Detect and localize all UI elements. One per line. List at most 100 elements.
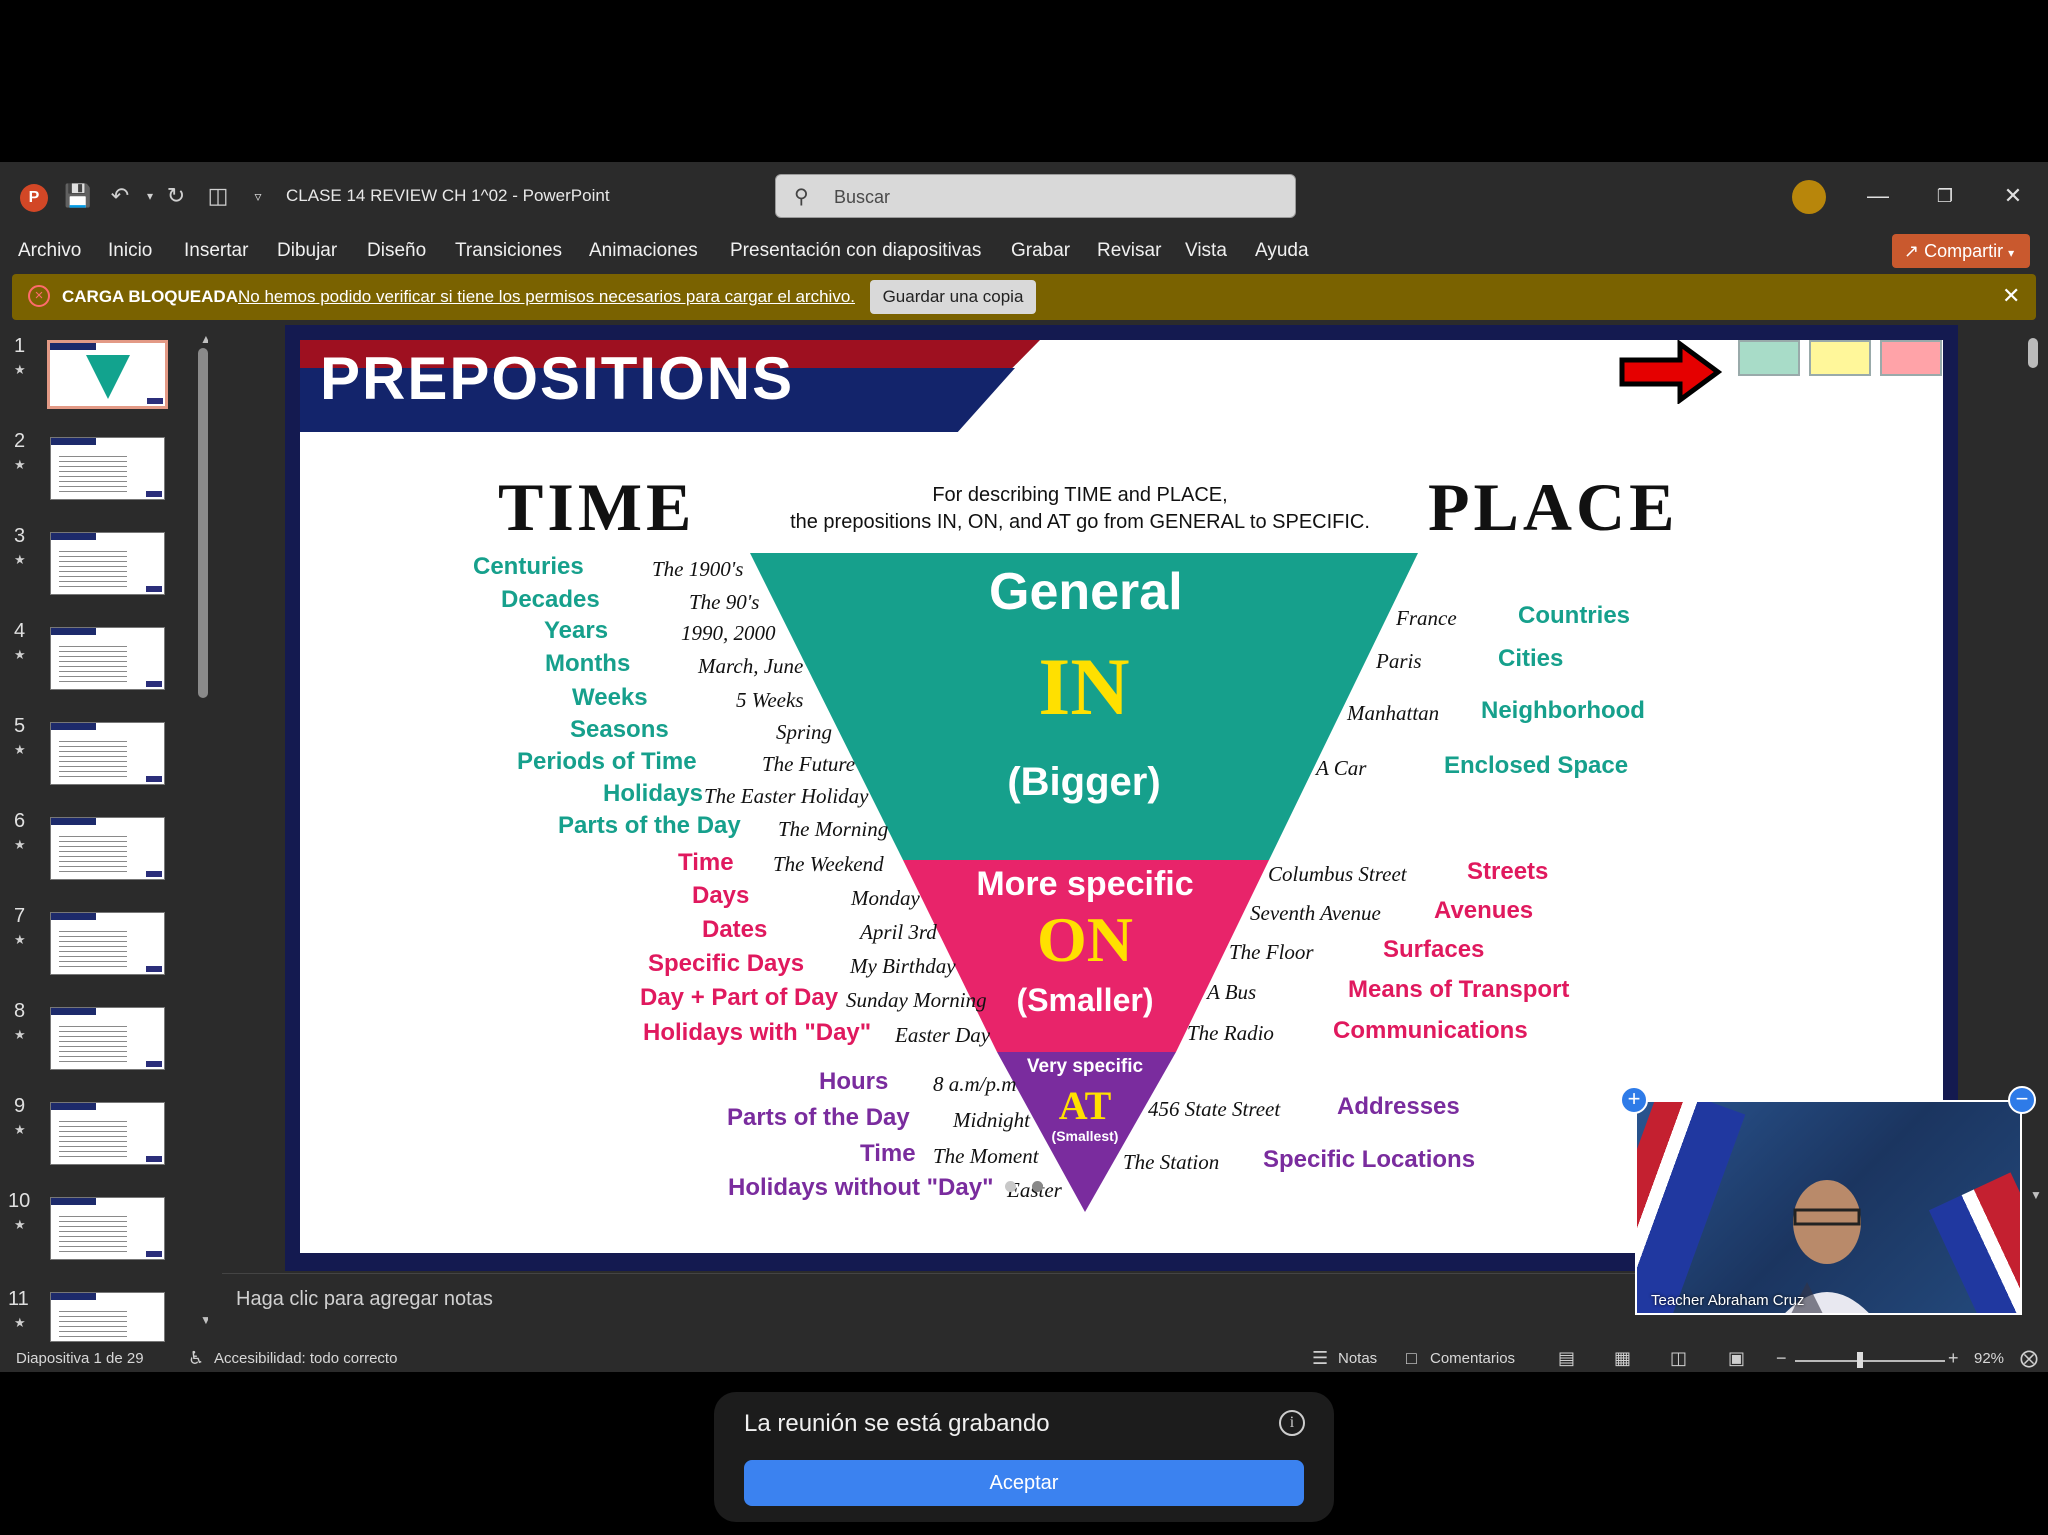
notes-icon[interactable]: ☰ [1312,1348,1328,1369]
place-on-example: Columbus Street [1268,862,1407,886]
place-in-example: France [1396,606,1457,630]
slideshow-icon[interactable]: ▣ [1728,1348,1745,1369]
save-icon[interactable]: 💾 [64,182,92,210]
search-box[interactable]: ⚲ [775,174,1296,218]
recording-notification: La reunión se está grabando i Aceptar [714,1392,1334,1522]
undo-dropdown-icon[interactable]: ▾ [136,182,164,210]
search-icon: ⚲ [794,186,809,208]
zoom-out-icon[interactable]: − [1776,1348,1787,1369]
place-in-example: A Car [1316,756,1367,780]
menu-transiciones[interactable]: Transiciones [455,240,562,262]
minimize-video-icon[interactable]: − [2008,1086,2036,1114]
restore-icon[interactable]: ❐ [1925,176,1965,216]
accept-button[interactable]: Aceptar [744,1460,1304,1506]
place-in-example: Paris [1376,649,1422,673]
place-at-example: The Station [1123,1150,1220,1174]
page-indicator-dot[interactable] [1032,1181,1043,1192]
fit-to-window-icon[interactable]: ⨂ [2020,1348,2038,1369]
slide-thumbnail[interactable] [50,532,165,595]
time-in-example: Spring [776,720,833,744]
place-on-example: The Radio [1187,1021,1274,1045]
reading-view-icon[interactable]: ◫ [1670,1348,1687,1369]
redo-icon[interactable]: ↻ [162,182,190,210]
undo-icon[interactable]: ↶ [106,182,134,210]
time-at-example: The Moment [933,1144,1039,1168]
place-in-example: Manhattan [1347,701,1440,725]
expand-video-icon[interactable]: + [1620,1086,1648,1114]
accessibility-icon[interactable]: ♿ [188,1348,204,1369]
place-on-label: Means of Transport [1348,976,1570,1003]
participant-name: Teacher Abraham Cruz [1651,1292,1805,1309]
time-in-example: 1990, 2000 [681,621,776,645]
zoom-in-icon[interactable]: + [1948,1348,1959,1369]
close-icon[interactable]: ✕ [1993,176,2033,216]
place-at-label: Specific Locations [1263,1146,1476,1173]
comments-icon[interactable]: □ [1406,1348,1417,1369]
info-icon[interactable]: i [1279,1410,1305,1436]
place-in-label: Cities [1498,645,1564,672]
scroll-down-icon[interactable]: ▼ [200,1313,208,1327]
search-input[interactable] [834,185,1274,209]
slide-counter: Diapositiva 1 de 29 [16,1350,144,1367]
notes-button[interactable]: Notas [1338,1350,1377,1367]
slide-thumbnail[interactable] [50,437,165,500]
slide-thumbnail[interactable] [50,627,165,690]
customize-toolbar-icon[interactable]: ▿ [244,182,272,210]
slide-thumbnail[interactable] [47,340,168,409]
share-button[interactable]: ↗ Compartir ▾ [1892,234,2030,268]
in-top-label: General [989,563,1183,621]
menu-dibujar[interactable]: Dibujar [277,240,337,262]
thumbnail-scrollbar[interactable] [198,348,208,698]
slide-scroll-down-icon[interactable]: ▼ [2030,1188,2042,1202]
menu-revisar[interactable]: Revisar [1097,240,1161,262]
time-in-example: The Future [762,752,856,776]
time-on-label: Days [692,882,750,909]
minimize-icon[interactable]: — [1858,176,1898,216]
menu-presentacion[interactable]: Presentación con diapositivas [730,240,981,262]
time-on-label: Time [678,849,734,876]
slide-number: 6 [14,810,26,832]
place-at-example: 456 State Street [1148,1097,1281,1121]
slide-star-icon: ★ [14,552,26,567]
slide-thumbnail[interactable] [50,722,165,785]
accessibility-status[interactable]: Accesibilidad: todo correcto [214,1350,397,1367]
slide-thumbnail[interactable] [50,912,165,975]
powerpoint-logo-icon: P [20,184,48,212]
in-sub-label: (Bigger) [1007,760,1161,804]
slide-scrollbar[interactable] [2028,338,2038,368]
slide-thumbnail[interactable] [50,817,165,880]
slide-number: 1 [14,335,26,357]
screen: P 💾 ↶ ▾ ↻ ◫ ▿ CLASE 14 REVIEW CH 1^02 - … [0,0,2048,1535]
time-in-example: March, June [698,654,804,678]
present-from-start-icon[interactable]: ◫ [204,182,232,210]
menu-vista[interactable]: Vista [1185,240,1227,262]
slide-thumbnail[interactable] [50,1292,165,1342]
close-infobar-icon[interactable]: ✕ [2002,283,2020,309]
menu-insertar[interactable]: Insertar [184,240,248,262]
infobar-message-link[interactable]: No hemos podido verificar si tiene los p… [238,287,855,307]
save-copy-button[interactable]: Guardar una copia [870,280,1036,314]
place-on-label: Avenues [1434,897,1534,924]
time-at-example: 8 a.m/p.m [933,1072,1017,1096]
zoom-slider-thumb[interactable] [1857,1352,1863,1368]
upload-blocked-bar: × CARGA BLOQUEADA No hemos podido verifi… [12,274,2036,320]
slide-sorter-icon[interactable]: ▦ [1614,1348,1631,1369]
user-avatar[interactable] [1792,180,1826,214]
normal-view-icon[interactable]: ▤ [1558,1348,1575,1369]
slide-thumbnail[interactable] [50,1007,165,1070]
page-indicator-dot-active[interactable] [1005,1181,1016,1192]
menu-grabar[interactable]: Grabar [1011,240,1070,262]
slide-thumbnail[interactable] [50,1102,165,1165]
participant-video[interactable]: Teacher Abraham Cruz [1635,1100,2022,1315]
scroll-up-icon[interactable]: ▲ [200,332,208,346]
menu-archivo[interactable]: Archivo [18,240,81,262]
menu-ayuda[interactable]: Ayuda [1255,240,1309,262]
zoom-level[interactable]: 92% [1974,1350,2004,1367]
menu-animaciones[interactable]: Animaciones [589,240,698,262]
slide-thumbnail[interactable] [50,1197,165,1260]
comments-button[interactable]: Comentarios [1430,1350,1515,1367]
menu-diseno[interactable]: Diseño [367,240,426,262]
menu-inicio[interactable]: Inicio [108,240,152,262]
zoom-slider[interactable] [1795,1360,1945,1362]
slide-number: 9 [14,1095,26,1117]
